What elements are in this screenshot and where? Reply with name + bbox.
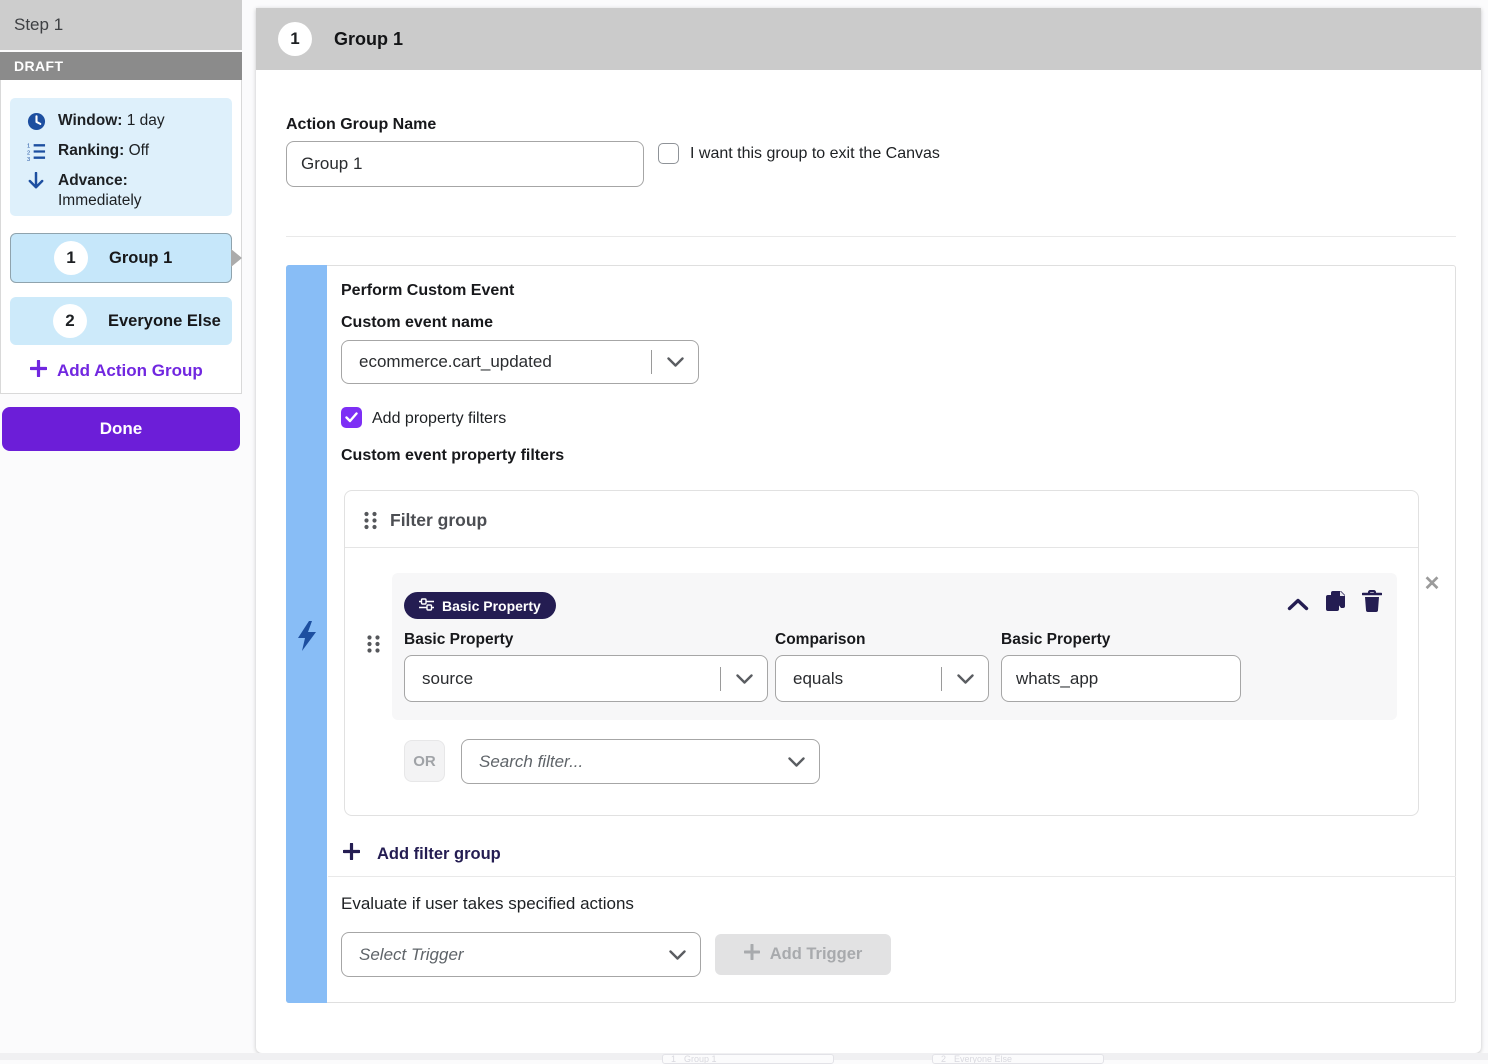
selected-pointer-icon (231, 249, 242, 267)
ranking-list-icon: 1 2 3 (26, 141, 46, 161)
action-group-name-input[interactable] (286, 141, 644, 187)
select-trigger-dropdown[interactable]: Select Trigger (341, 932, 701, 977)
svg-text:3: 3 (27, 157, 30, 161)
comparison-select[interactable]: equals (775, 655, 989, 702)
plus-icon (30, 360, 47, 382)
add-filter-group-button[interactable]: Add filter group (343, 843, 501, 865)
step-title: Step 1 (0, 0, 242, 50)
exit-canvas-checkbox[interactable] (658, 143, 679, 164)
chevron-down-icon (773, 757, 819, 767)
done-button[interactable]: Done (2, 407, 240, 451)
group-label: Group 1 (109, 249, 172, 268)
filter-group-header-divider (345, 547, 1418, 548)
group-header-title: Group 1 (334, 29, 403, 50)
property-field-label: Basic Property (404, 631, 513, 649)
evaluate-actions-label: Evaluate if user takes specified actions (341, 894, 634, 914)
section-divider (286, 236, 1456, 237)
sliders-icon (419, 598, 434, 614)
search-filter-select[interactable]: Search filter... (461, 739, 820, 784)
chevron-down-icon (942, 674, 988, 684)
advance-summary: Advance: (26, 171, 128, 191)
filter-group-title: Filter group (390, 510, 487, 531)
status-badge: DRAFT (0, 52, 242, 80)
check-icon (345, 412, 358, 423)
plus-icon (343, 843, 360, 865)
property-select[interactable]: source (404, 655, 768, 702)
group-header: 1 Group 1 (256, 8, 1481, 70)
chevron-down-icon (654, 950, 700, 960)
duplicate-filter-icon[interactable] (1324, 590, 1346, 612)
exit-canvas-label: I want this group to exit the Canvas (690, 145, 940, 163)
lightning-bolt-icon (295, 620, 319, 652)
comparison-value-input[interactable] (1001, 655, 1241, 702)
custom-event-name-select[interactable]: ecommerce.cart_updated (341, 340, 699, 384)
plus-icon (744, 944, 760, 965)
custom-event-name-label: Custom event name (341, 314, 493, 332)
chevron-down-icon (721, 674, 767, 684)
ghost-canvas-node: 2Everyone Else (932, 1054, 1104, 1064)
remove-filter-group-icon[interactable]: ✕ (1422, 574, 1442, 594)
group-number-badge: 1 (278, 22, 312, 56)
ghost-canvas-node: 1Group 1 (662, 1054, 834, 1064)
group-number-badge: 1 (54, 241, 88, 275)
trigger-section-divider (328, 876, 1456, 877)
add-property-filters-checkbox[interactable] (341, 407, 362, 428)
add-trigger-button: Add Trigger (715, 934, 891, 975)
sidebar-item-group-1[interactable]: 1 Group 1 (10, 233, 232, 283)
advance-value: Immediately (58, 192, 142, 210)
event-card-title: Perform Custom Event (341, 282, 514, 300)
svg-text:1: 1 (27, 143, 30, 149)
filter-group-drag-handle-icon[interactable] (363, 511, 378, 535)
filter-type-badge: Basic Property (404, 592, 556, 619)
group-label: Everyone Else (108, 312, 221, 331)
clock-icon (26, 111, 46, 131)
arrow-down-icon (26, 171, 46, 191)
value-field-label: Basic Property (1001, 631, 1110, 649)
add-action-group-button[interactable]: Add Action Group (30, 357, 203, 385)
action-group-name-label: Action Group Name (286, 116, 436, 134)
chevron-down-icon (652, 357, 698, 367)
svg-text:2: 2 (27, 150, 30, 156)
collapse-filter-icon[interactable] (1287, 593, 1309, 615)
sidebar-item-everyone-else[interactable]: 2 Everyone Else (10, 297, 232, 345)
filter-row-drag-handle-icon[interactable] (366, 634, 381, 659)
window-summary: Window: 1 day (26, 111, 165, 131)
add-property-filters-label: Add property filters (372, 410, 506, 428)
ranking-summary: 1 2 3 Ranking: Off (26, 141, 149, 161)
or-operator-chip[interactable]: OR (404, 740, 445, 782)
property-filters-label: Custom event property filters (341, 447, 564, 465)
group-number-badge: 2 (53, 304, 87, 338)
comparison-field-label: Comparison (775, 631, 865, 649)
delete-filter-icon[interactable] (1361, 590, 1383, 612)
step-summary-box: Window: 1 day 1 2 3 Ranking: Off Advance… (10, 98, 232, 216)
